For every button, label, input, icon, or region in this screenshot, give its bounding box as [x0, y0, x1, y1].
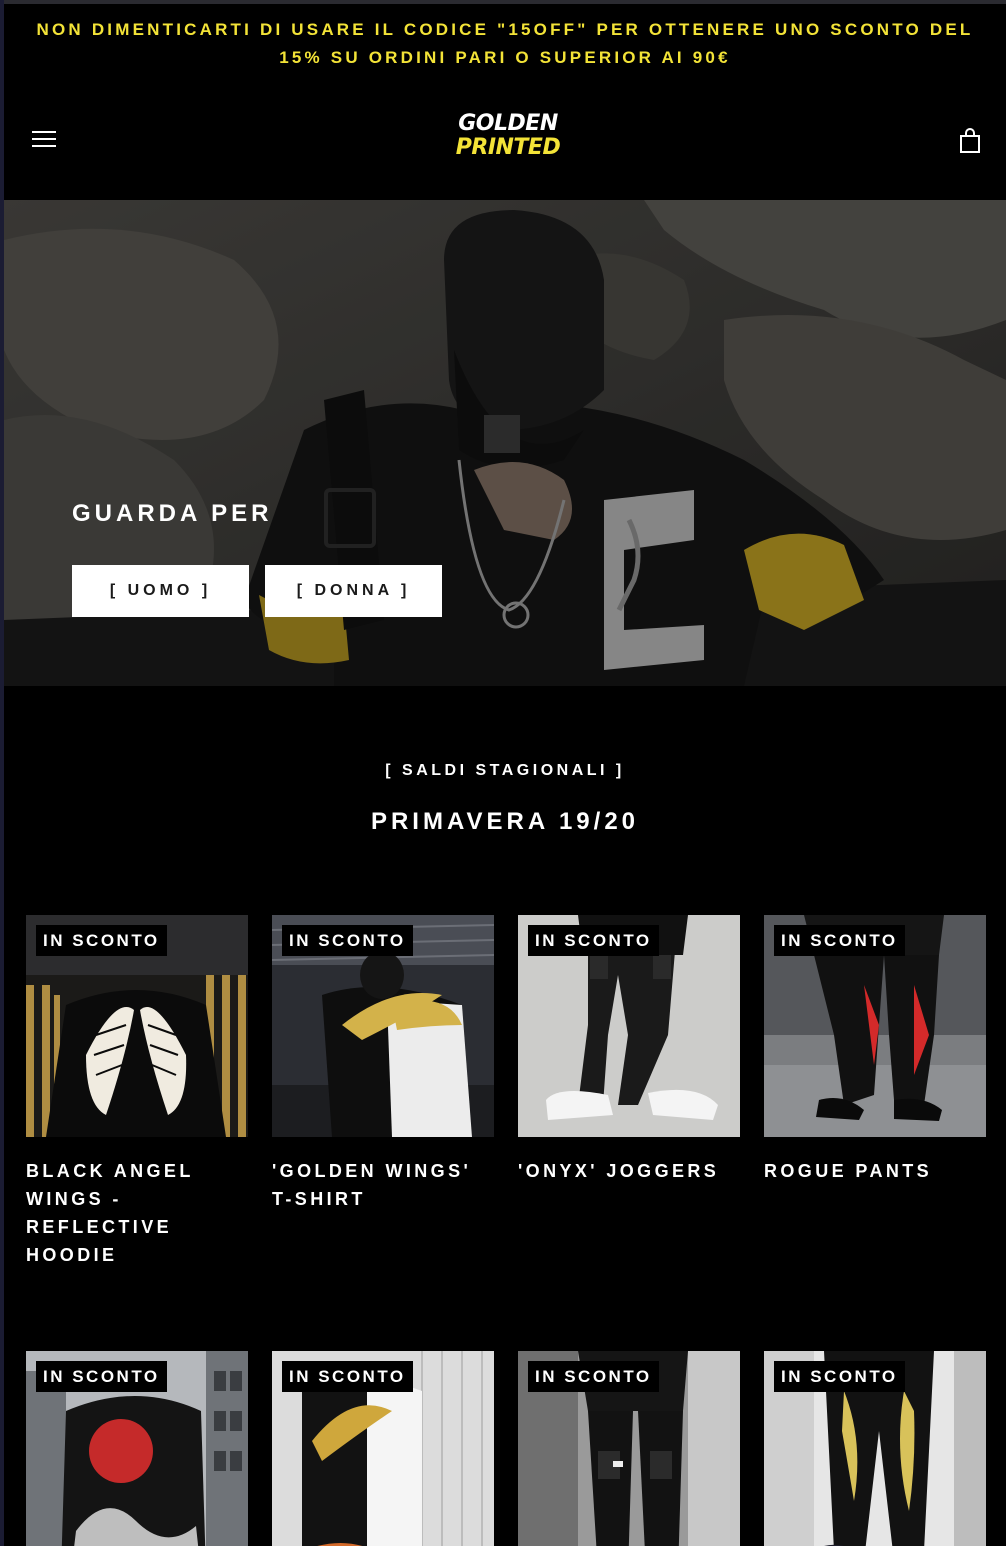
product-name[interactable]: 'GOLDEN WINGS' T-SHIRT: [272, 1157, 494, 1213]
product-name[interactable]: ROGUE PANTS: [764, 1157, 986, 1185]
sale-badge: IN SCONTO: [528, 1361, 659, 1392]
logo[interactable]: GOLDEN PRINTED: [444, 112, 572, 164]
sale-badge: IN SCONTO: [528, 925, 659, 956]
shopping-bag-icon[interactable]: [958, 128, 982, 154]
product-card[interactable]: IN SCONTO 'ONYX' JOGGERS: [518, 915, 740, 1185]
product-image[interactable]: IN SCONTO: [764, 1351, 986, 1546]
product-image[interactable]: IN SCONTO: [272, 1351, 494, 1546]
product-name[interactable]: 'ONYX' JOGGERS: [518, 1157, 740, 1185]
product-name[interactable]: BLACK ANGEL WINGS - REFLECTIVE HOODIE: [26, 1157, 248, 1269]
product-image[interactable]: IN SCONTO: [26, 915, 248, 1137]
product-card[interactable]: IN SCONTO BLACK ANGEL WINGS - REFLECTIVE…: [26, 915, 248, 1269]
page: NON DIMENTICARTI DI USARE IL CODICE "15O…: [0, 0, 1006, 1546]
logo-line-2: PRINTED: [455, 135, 561, 160]
section-title: PRIMAVERA 19/20: [370, 808, 640, 835]
sale-badge: IN SCONTO: [774, 1361, 905, 1392]
product-image[interactable]: IN SCONTO: [272, 915, 494, 1137]
sale-badge: IN SCONTO: [774, 925, 905, 956]
product-card[interactable]: IN SCONTO: [518, 1351, 740, 1546]
hero-banner: GUARDA PER [ UOMO ] [ DONNA ]: [4, 200, 1006, 686]
product-card[interactable]: IN SCONTO: [26, 1351, 248, 1546]
product-image[interactable]: IN SCONTO: [518, 1351, 740, 1546]
product-image[interactable]: IN SCONTO: [518, 915, 740, 1137]
announcement-bar: NON DIMENTICARTI DI USARE IL CODICE "15O…: [4, 4, 1006, 84]
product-image[interactable]: IN SCONTO: [26, 1351, 248, 1546]
product-card[interactable]: IN SCONTO: [272, 1351, 494, 1546]
section-eyebrow: [ SALDI STAGIONALI ]: [385, 762, 625, 779]
product-card[interactable]: IN SCONTO: [764, 1351, 986, 1546]
product-card[interactable]: IN SCONTO 'GOLDEN WINGS' T-SHIRT: [272, 915, 494, 1213]
shop-women-button[interactable]: [ DONNA ]: [265, 565, 442, 617]
announcement-text: NON DIMENTICARTI DI USARE IL CODICE "15O…: [36, 20, 974, 67]
sale-badge: IN SCONTO: [36, 925, 167, 956]
shop-men-button[interactable]: [ UOMO ]: [72, 565, 249, 617]
hero-title: GUARDA PER: [72, 500, 273, 527]
product-card[interactable]: IN SCONTO ROGUE PANTS: [764, 915, 986, 1185]
sale-badge: IN SCONTO: [36, 1361, 167, 1392]
logo-line-1: GOLDEN: [458, 111, 558, 136]
sale-badge: IN SCONTO: [282, 925, 413, 956]
site-header: GOLDEN PRINTED: [4, 84, 1006, 200]
hamburger-menu-icon[interactable]: [30, 128, 58, 150]
product-image[interactable]: IN SCONTO: [764, 915, 986, 1137]
sale-badge: IN SCONTO: [282, 1361, 413, 1392]
